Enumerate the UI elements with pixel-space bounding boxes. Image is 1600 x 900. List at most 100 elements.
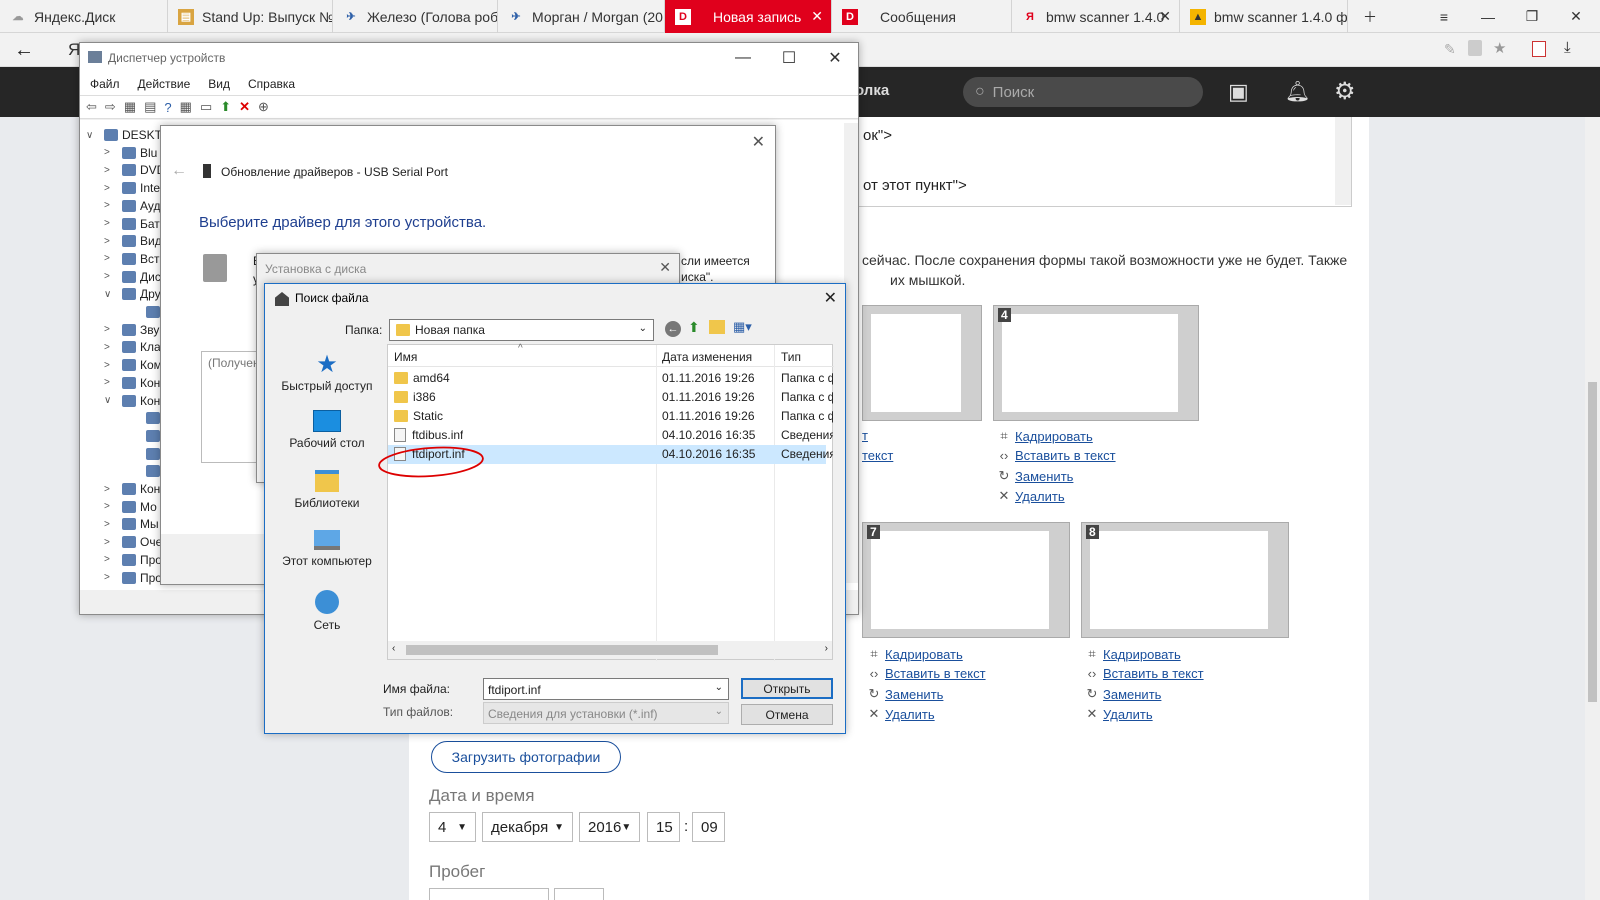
minimize-icon[interactable]: — <box>1466 0 1510 33</box>
place-libraries[interactable]: Библиотеки <box>273 470 381 525</box>
minute-input[interactable]: 09 <box>692 812 725 842</box>
menu-icon[interactable]: ≡ <box>1422 0 1466 33</box>
view-menu-icon[interactable]: ▦▾ <box>733 319 752 335</box>
download-icon[interactable]: ⊕ <box>258 99 269 115</box>
menu-action[interactable]: Действие <box>138 77 191 91</box>
device-tree-item[interactable] <box>128 445 164 463</box>
grid-icon[interactable]: ▦ <box>180 99 192 115</box>
insert-link[interactable]: текст <box>862 448 893 463</box>
nav-item[interactable]: олка <box>855 82 889 99</box>
chevron-right-icon[interactable]: > <box>104 324 118 335</box>
tab-new-post[interactable]: D Новая запись ✕ <box>665 0 832 33</box>
chevron-right-icon[interactable]: > <box>104 554 118 565</box>
update-driver-icon[interactable]: ⬆ <box>220 99 231 115</box>
search-input[interactable]: ○ Поиск <box>963 77 1203 107</box>
year-select[interactable]: 2016 ▼ <box>579 812 640 842</box>
pdf-icon[interactable] <box>1532 41 1546 57</box>
menu-help[interactable]: Справка <box>248 77 295 91</box>
back-icon[interactable]: ⇦ <box>86 99 97 115</box>
replace-link[interactable]: Заменить <box>1103 687 1161 702</box>
scroll-right-icon[interactable]: › <box>825 643 828 654</box>
insert-link[interactable]: Вставить в текст <box>1015 448 1116 463</box>
filetype-select[interactable]: Сведения для установки (*.inf) ⌄ <box>483 702 729 724</box>
chevron-right-icon[interactable]: > <box>104 236 118 247</box>
chevron-right-icon[interactable]: > <box>104 218 118 229</box>
insert-link[interactable]: Вставить в текст <box>885 666 986 681</box>
chevron-right-icon[interactable]: > <box>104 200 118 211</box>
insert-link[interactable]: Вставить в текст <box>1103 666 1204 681</box>
chevron-right-icon[interactable]: > <box>104 519 118 530</box>
back-icon[interactable]: ← <box>14 39 34 62</box>
new-tab-icon[interactable]: ＋ <box>1348 0 1392 33</box>
device-tree-item[interactable]: > Бат <box>104 215 160 233</box>
crop-link[interactable]: Кадрировать <box>1103 647 1181 662</box>
chevron-right-icon[interactable]: > <box>104 572 118 583</box>
cancel-button[interactable]: Отмена <box>741 704 833 725</box>
chevron-right-icon[interactable]: > <box>104 165 118 176</box>
lock-icon[interactable] <box>1468 40 1482 56</box>
file-row[interactable]: i386 01.11.2016 19:26 Папка с ф <box>388 388 833 407</box>
device-tree-item[interactable]: > Кла <box>104 338 161 356</box>
device-tree-item[interactable]: > DVD <box>104 161 165 179</box>
device-tree-item[interactable]: > Мы <box>104 515 159 533</box>
device-tree-item[interactable] <box>128 409 164 427</box>
chevron-right-icon[interactable]: > <box>104 360 118 371</box>
mileage-unit-select[interactable] <box>554 888 604 900</box>
place-desktop[interactable]: Рабочий стол <box>273 410 381 465</box>
tree-scrollbar[interactable] <box>844 123 858 583</box>
tab-zhelezo[interactable]: ✈ Железо (Голова робот <box>333 0 498 33</box>
crop-link[interactable]: Кадрировать <box>1015 429 1093 444</box>
forward-icon[interactable]: ⇨ <box>105 99 116 115</box>
chevron-right-icon[interactable]: > <box>104 147 118 158</box>
device-tree-item[interactable]: > Inte <box>104 179 160 197</box>
photo-thumbnail[interactable]: 7 <box>862 522 1070 638</box>
chevron-right-icon[interactable]: > <box>104 377 118 388</box>
month-select[interactable]: декабря ▼ <box>482 812 573 842</box>
close-icon[interactable]: ✕ <box>752 132 765 152</box>
chevron-right-icon[interactable]: > <box>104 537 118 548</box>
received-list[interactable]: (Получен <box>201 351 261 463</box>
delete-link[interactable]: Удалить <box>885 707 935 722</box>
minimize-icon[interactable]: — <box>720 43 766 73</box>
device-tree-item[interactable]: > Оче <box>104 533 162 551</box>
device-tree-item[interactable]: > Кон <box>104 374 160 392</box>
chevron-down-icon[interactable]: ∨ <box>104 289 118 300</box>
help-icon[interactable]: ? <box>164 100 171 115</box>
column-type[interactable]: Тип <box>781 350 801 364</box>
horizontal-scrollbar[interactable]: ‹ › <box>388 641 832 659</box>
replace-link[interactable]: Заменить <box>1015 469 1073 484</box>
close-icon[interactable]: ✕ <box>1554 0 1598 33</box>
scrollbar-thumb[interactable] <box>1588 382 1597 702</box>
close-icon[interactable]: ✕ <box>1159 8 1171 25</box>
column-name[interactable]: Имя <box>394 350 417 364</box>
delete-link[interactable]: Удалить <box>1103 707 1153 722</box>
restore-icon[interactable]: ❐ <box>1510 0 1554 33</box>
folder-select[interactable]: Новая папка ⌄ <box>389 319 654 341</box>
device-tree-item[interactable] <box>128 462 164 480</box>
editor-scrollbar[interactable] <box>1335 117 1351 205</box>
place-network[interactable]: Сеть <box>273 590 381 645</box>
page-scrollbar[interactable] <box>1585 117 1600 900</box>
list-icon[interactable]: ▤ <box>144 99 156 115</box>
close-icon[interactable]: ✕ <box>824 288 837 308</box>
properties-icon[interactable]: ▦ <box>124 99 136 115</box>
delete-link[interactable]: Удалить <box>1015 489 1065 504</box>
device-tree-item[interactable]: ∨ DESKTO <box>86 126 171 144</box>
scrollbar-thumb[interactable] <box>406 645 718 655</box>
device-tree-item[interactable]: > Вид <box>104 232 162 250</box>
photo-thumbnail[interactable]: 8 <box>1081 522 1289 638</box>
open-button[interactable]: Открыть <box>741 678 833 699</box>
menu-view[interactable]: Вид <box>208 77 230 91</box>
column-date[interactable]: Дата изменения <box>662 350 752 364</box>
editor-textarea[interactable]: ок"> от этот пункт"> <box>840 117 1352 207</box>
tab-messages[interactable]: D Сообщения <box>832 0 1012 33</box>
tab-yandex-disk[interactable]: ☁ Яндекс.Диск <box>0 0 168 33</box>
close-icon[interactable]: ✕ <box>812 43 858 73</box>
tab-bmw-scanner-photo[interactable]: ▲ bmw scanner 1.4.0 фот <box>1180 0 1348 33</box>
chevron-right-icon[interactable]: > <box>104 501 118 512</box>
device-tree-item[interactable]: ∨ Кон <box>104 392 160 410</box>
device-tree-item[interactable]: > Вст <box>104 250 160 268</box>
device-tree-item[interactable]: ∨ Дру <box>104 285 161 303</box>
device-tree-item[interactable]: > Кон <box>104 480 160 498</box>
chevron-right-icon[interactable]: > <box>104 253 118 264</box>
